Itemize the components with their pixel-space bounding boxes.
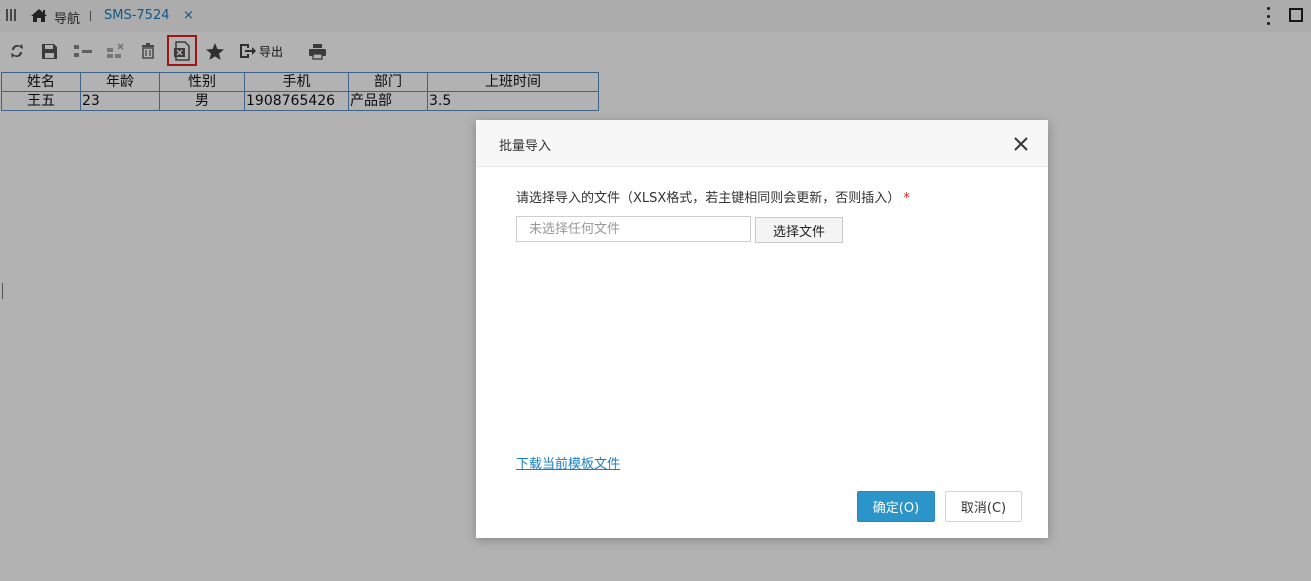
dialog-title: 批量导入 <box>499 139 552 154</box>
dialog-header: 批量导入 <box>476 120 1048 167</box>
cancel-button[interactable]: 取消(C) <box>945 491 1022 522</box>
required-mark: * <box>903 191 910 206</box>
import-prompt-text: 请选择导入的文件（XLSX格式，若主键相同则会更新，否则插入） <box>516 191 901 206</box>
batch-import-dialog: 批量导入 请选择导入的文件（XLSX格式，若主键相同则会更新，否则插入）* 选择… <box>476 120 1048 538</box>
choose-file-button[interactable]: 选择文件 <box>755 217 843 243</box>
splitter-handle[interactable] <box>2 283 3 299</box>
download-template-link[interactable]: 下载当前模板文件 <box>516 453 620 472</box>
import-prompt: 请选择导入的文件（XLSX格式，若主键相同则会更新，否则插入） * <box>516 187 910 206</box>
file-name-field[interactable] <box>516 216 751 242</box>
app-window: 导航 SMS-7524 × 导出 姓名 年龄 性别 手机 部门 上班时间 王五 … <box>0 0 1311 581</box>
ok-button[interactable]: 确定(O) <box>857 491 935 522</box>
close-icon[interactable] <box>1013 136 1029 152</box>
